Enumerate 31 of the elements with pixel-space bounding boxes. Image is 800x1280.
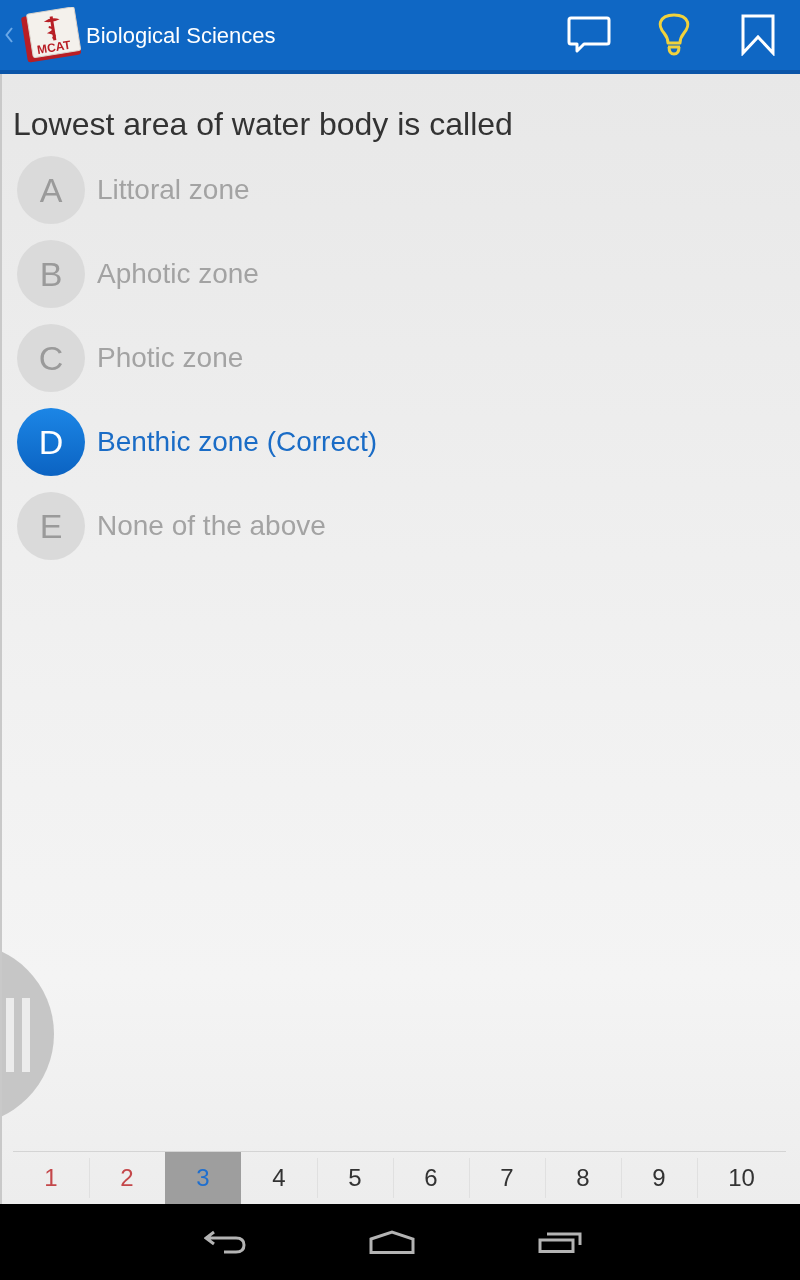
- option-text[interactable]: Aphotic zone: [97, 253, 259, 295]
- page-tab[interactable]: 10: [697, 1152, 786, 1204]
- page-tab[interactable]: 4: [241, 1152, 317, 1204]
- page-tab[interactable]: 9: [621, 1152, 697, 1204]
- back-button[interactable]: [204, 1230, 246, 1254]
- grip-bars-icon[interactable]: [6, 998, 31, 1072]
- speech-bubble-icon: [567, 15, 611, 55]
- comment-button[interactable]: [567, 15, 611, 55]
- page-tab[interactable]: 8: [545, 1152, 621, 1204]
- page-tab[interactable]: 6: [393, 1152, 469, 1204]
- option-text[interactable]: None of the above: [97, 505, 326, 547]
- option-text[interactable]: Benthic zone (Correct): [97, 421, 378, 463]
- bookmark-button[interactable]: [741, 14, 775, 56]
- home-button[interactable]: [369, 1230, 415, 1254]
- page-tab[interactable]: 7: [469, 1152, 545, 1204]
- logo-text: MCAT: [36, 37, 72, 57]
- option-text[interactable]: Photic zone: [97, 337, 244, 379]
- hint-button[interactable]: [657, 13, 691, 57]
- option-text[interactable]: Littoral zone: [97, 169, 250, 211]
- page-tab[interactable]: 1: [13, 1152, 89, 1204]
- page-tab[interactable]: 5: [317, 1152, 393, 1204]
- screen-title: Biological Sciences: [86, 21, 276, 50]
- light-bulb-icon: [657, 13, 691, 57]
- home-icon: [369, 1230, 415, 1254]
- bookmark-icon: [741, 14, 775, 56]
- question-text: Lowest area of water body is called: [13, 105, 514, 144]
- back-arrow-icon: [204, 1230, 246, 1254]
- recent-apps-button[interactable]: [538, 1231, 582, 1253]
- page-tab[interactable]: 2: [89, 1152, 165, 1204]
- option-letter[interactable]: D: [17, 408, 85, 476]
- recent-apps-icon: [538, 1231, 582, 1253]
